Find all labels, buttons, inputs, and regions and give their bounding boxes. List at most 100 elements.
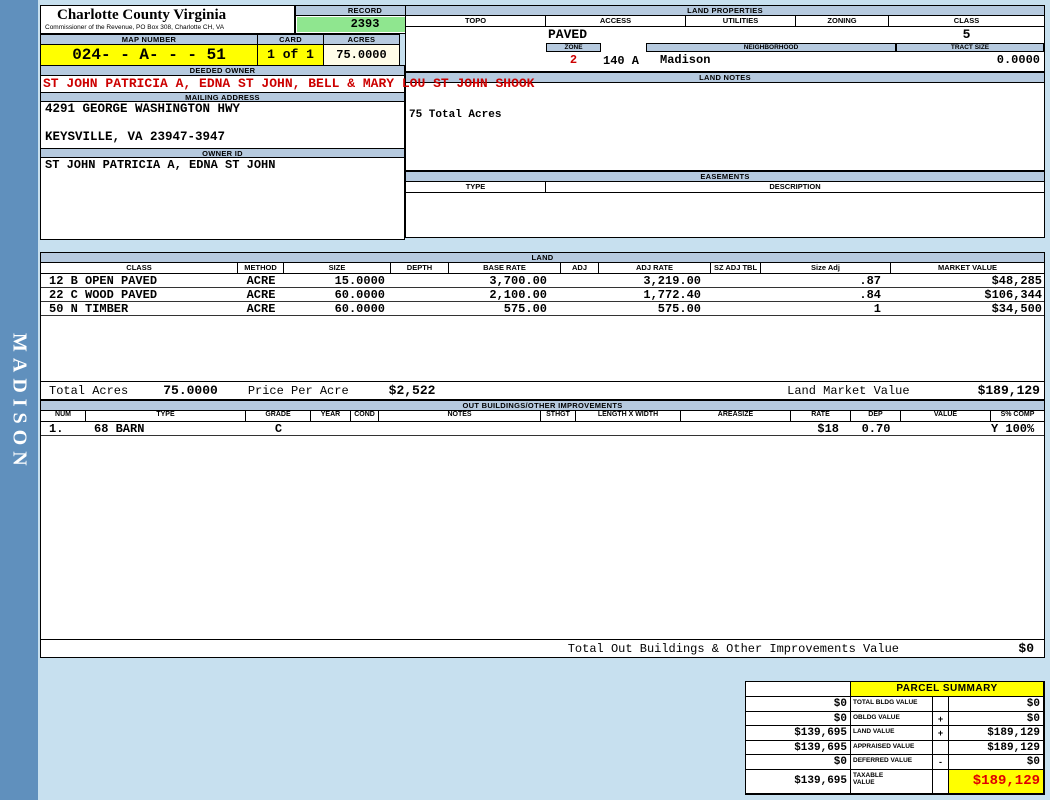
col-adj-rate: ADJ RATE (599, 263, 711, 274)
land-table-empty-area (41, 316, 1044, 381)
land-totals-row: Total Acres 75.0000 Price Per Acre $2,52… (41, 381, 1044, 399)
acres-value: 75.0000 (324, 45, 399, 65)
mailing-address-line3: KEYSVILLE, VA 23947-3947 (45, 130, 226, 144)
cell-method: ACRE (246, 288, 276, 302)
side-strip: MADISON (0, 0, 38, 800)
out-buildings-total-label: Total Out Buildings & Other Improvements… (567, 641, 899, 656)
access-value: PAVED (548, 27, 588, 42)
owner-id-label: OWNER ID (41, 148, 404, 158)
price-per-acre-label: Price Per Acre (247, 383, 349, 398)
col-dep: DEP (851, 411, 901, 422)
col-zoning: ZONING (796, 16, 889, 27)
zone-row: ZONE 2 140 A NEIGHBORHOOD Madison TRACT … (406, 43, 1044, 71)
acres-cell: ACRES 75.0000 (323, 34, 400, 65)
out-buildings-empty-area (41, 436, 1044, 639)
zone-value: 2 (569, 53, 578, 67)
owner-panel: DEEDED OWNER ST JOHN PATRICIA A, EDNA ST… (40, 65, 535, 240)
summary-prev-land: $139,695 (746, 726, 851, 741)
summary-land-value: $189,129 (949, 726, 1044, 741)
easements-title: EASEMENTS (406, 172, 1044, 182)
zone-extra-value: 140 A (603, 54, 640, 68)
owner-id-value: ST JOHN PATRICIA A, EDNA ST JOHN (45, 158, 276, 172)
col-size: SIZE (284, 263, 391, 274)
cell-adj (561, 274, 599, 288)
card-value: 1 of 1 (258, 45, 323, 65)
cell-size-adj: .87 (859, 274, 881, 288)
cell-size: 15.0000 (334, 274, 385, 288)
col-cond: COND (351, 411, 379, 422)
col-market-value: MARKET VALUE (891, 263, 1044, 274)
col-length-width: LENGTH X WIDTH (576, 411, 681, 422)
col-areasize: AREASIZE (681, 411, 791, 422)
cell-adj (561, 288, 599, 302)
deeded-owner-value: ST JOHN PATRICIA A, EDNA ST JOHN, BELL &… (43, 76, 535, 91)
summary-op-land: + (933, 726, 949, 741)
cell-rate: $18 (817, 422, 839, 436)
land-market-value: $189,129 (977, 383, 1040, 398)
cell-year (311, 422, 351, 436)
summary-op-obldg: + (933, 711, 949, 726)
map-number-label: MAP NUMBER (41, 35, 257, 45)
county-title: Charlotte County Virginia (57, 7, 227, 23)
cell-size-adj: 1 (873, 302, 881, 316)
cell-class: 22 C WOOD PAVED (49, 288, 158, 302)
total-acres-value: 75.0000 (163, 383, 218, 398)
summary-label-total-bldg: TOTAL BLDG VALUE (851, 697, 933, 712)
owner-panel-filler (41, 174, 404, 239)
col-s-comp: S% COMP (991, 411, 1044, 422)
cell-sthgt (541, 422, 576, 436)
easements-header-row: TYPE DESCRIPTION (406, 182, 1044, 193)
summary-appraised-value: $189,129 (949, 740, 1044, 755)
col-type: TYPE (86, 411, 246, 422)
summary-prev-deferred: $0 (746, 755, 851, 770)
county-header-box: Charlotte County Virginia Commissioner o… (40, 5, 295, 34)
land-properties-panel: LAND PROPERTIES TOPO ACCESS UTILITIES ZO… (405, 5, 1045, 72)
cell-depth (391, 288, 449, 302)
cell-market-value: $106,344 (984, 288, 1042, 302)
summary-label-obldg: OBLDG VALUE (851, 711, 933, 726)
summary-prev-obldg: $0 (746, 711, 851, 726)
deeded-owner-label: DEEDED OWNER (41, 66, 404, 76)
col-easement-description: DESCRIPTION (546, 182, 1044, 193)
tract-size-value: 0.0000 (996, 53, 1040, 67)
card-cell: CARD 1 of 1 (257, 34, 324, 65)
summary-taxable-value: $189,129 (949, 769, 1044, 794)
cell-num: 1. (49, 422, 64, 436)
col-value: VALUE (901, 411, 991, 422)
cell-value (901, 422, 991, 436)
cell-method: ACRE (246, 302, 276, 316)
land-row-2: 22 C WOOD PAVED ACRE 60.0000 2,100.00 1,… (41, 288, 1044, 302)
col-class: CLASS (41, 263, 238, 274)
summary-label-deferred: DEFERRED VALUE (851, 755, 933, 770)
cell-depth (391, 302, 449, 316)
tract-size-cell: TRACT SIZE 0.0000 (896, 43, 1044, 71)
summary-prev-taxable: $139,695 (746, 769, 851, 794)
summary-deferred-value: $0 (949, 755, 1044, 770)
cell-size: 60.0000 (334, 302, 385, 316)
col-sthgt: STHGT (541, 411, 576, 422)
cell-grade: C (274, 422, 283, 436)
zone-cell: ZONE 2 (546, 43, 601, 71)
mailing-address-line2 (41, 116, 404, 130)
summary-label-appraised: APPRAISED VALUE (851, 740, 933, 755)
land-row-3: 50 N TIMBER ACRE 60.0000 575.00 575.00 1… (41, 302, 1044, 316)
col-notes: NOTES (379, 411, 541, 422)
summary-label-taxable: TAXABLE VALUE (851, 769, 933, 794)
cell-market-value: $48,285 (991, 274, 1042, 288)
map-number-value: 024- - A- - - 51 (41, 45, 257, 65)
land-row-1: 12 B OPEN PAVED ACRE 15.0000 3,700.00 3,… (41, 274, 1044, 288)
easements-panel: EASEMENTS TYPE DESCRIPTION (405, 171, 1045, 238)
summary-op-appraised (933, 740, 949, 755)
land-table-header-row: CLASS METHOD SIZE DEPTH BASE RATE ADJ AD… (41, 263, 1044, 274)
cell-method: ACRE (246, 274, 276, 288)
summary-label-land: LAND VALUE (851, 726, 933, 741)
topo-empty-cell (406, 43, 546, 71)
cell-base-rate: 575.00 (503, 302, 547, 316)
col-access: ACCESS (546, 16, 686, 27)
district-name-vertical: MADISON (8, 333, 31, 472)
out-buildings-table: OUT BUILDINGS/OTHER IMPROVEMENTS NUM TYP… (40, 400, 1045, 658)
cell-sz-adj-tbl (711, 302, 761, 316)
summary-prev-appraised: $139,695 (746, 740, 851, 755)
col-sz-adj-tbl: SZ ADJ TBL (711, 263, 761, 274)
cell-market-value: $34,500 (991, 302, 1042, 316)
